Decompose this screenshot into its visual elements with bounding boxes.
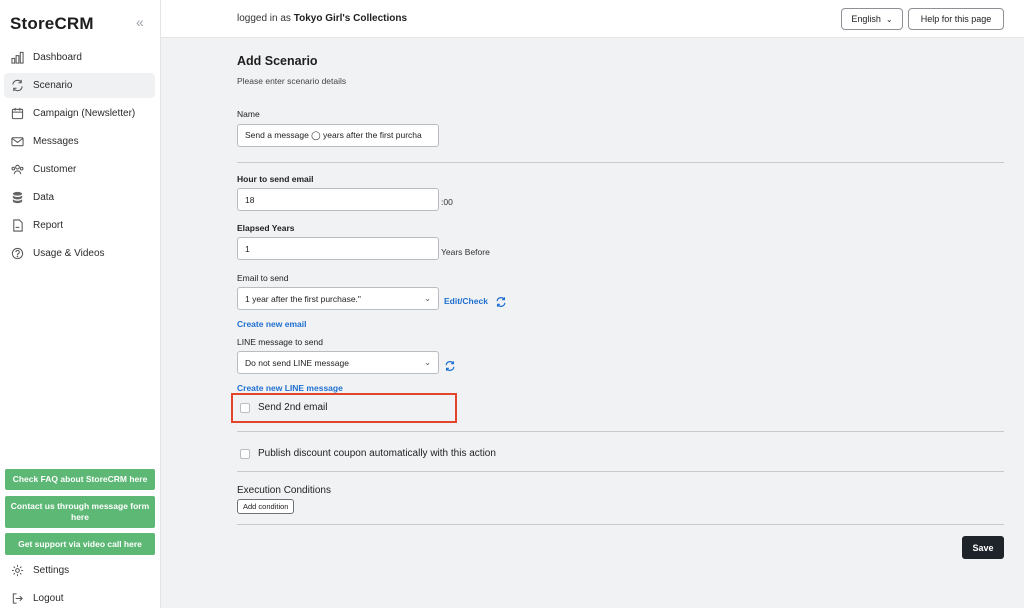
divider — [237, 524, 1004, 525]
sidebar-item-scenario[interactable]: Scenario — [4, 73, 155, 98]
sidebar-item-campaign[interactable]: Campaign (Newsletter) — [4, 101, 155, 126]
collapse-sidebar-icon[interactable]: « — [136, 14, 144, 30]
hour-suffix: :00 — [441, 197, 453, 207]
logged-in-status: logged in as Tokyo Girl's Collections — [237, 13, 407, 24]
sidebar-item-label: Usage & Videos — [33, 248, 105, 259]
settings-link[interactable]: Settings — [10, 563, 69, 577]
name-label: Name — [237, 109, 260, 119]
sidebar-item-usage-videos[interactable]: Usage & Videos — [4, 241, 155, 266]
coupon-checkbox[interactable] — [240, 448, 250, 459]
page-title: Add Scenario — [237, 54, 318, 68]
add-condition-button[interactable]: Add condition — [237, 499, 295, 514]
email-select[interactable]: 1 year after the first purchase." ⌄ — [237, 287, 439, 310]
database-icon — [10, 191, 24, 205]
faq-button[interactable]: Check FAQ about StoreCRM here — [5, 469, 155, 490]
sync-icon — [10, 79, 24, 93]
logged-in-prefix: logged in as — [237, 13, 291, 24]
settings-label: Settings — [33, 564, 70, 576]
question-circle-icon — [10, 247, 24, 261]
language-label: English — [851, 14, 881, 24]
send-2nd-email-checkbox[interactable] — [240, 402, 250, 413]
sidebar-item-label: Dashboard — [33, 52, 82, 63]
chevron-down-icon: ⌄ — [885, 14, 893, 24]
page-subtitle: Please enter scenario details — [237, 76, 347, 86]
elapsed-years-label: Elapsed Years — [237, 223, 295, 233]
account-name: Tokyo Girl's Collections — [293, 13, 408, 24]
sidebar-item-label: Customer — [33, 164, 77, 175]
video-call-button[interactable]: Get support via video call here — [5, 533, 155, 555]
chevron-down-icon: ⌄ — [424, 294, 431, 303]
hour-input[interactable]: 18 — [237, 188, 439, 211]
envelope-icon — [10, 135, 24, 149]
line-select-value: Do not send LINE message — [245, 357, 349, 368]
refresh-icon[interactable] — [444, 359, 456, 371]
elapsed-years-input[interactable]: 1 — [237, 237, 439, 260]
logout-link[interactable]: Logout — [10, 591, 64, 605]
send-2nd-email-label: Send 2nd email — [258, 402, 328, 413]
help-button[interactable]: Help for this page — [908, 8, 1004, 30]
sidebar-item-dashboard[interactable]: Dashboard — [4, 45, 155, 70]
email-select-value: 1 year after the first purchase." — [245, 293, 361, 304]
divider — [237, 431, 1004, 432]
sidebar-item-customer[interactable]: Customer — [4, 157, 155, 182]
brand-logo[interactable]: StoreCRM — [10, 14, 94, 34]
line-message-select[interactable]: Do not send LINE message ⌄ — [237, 351, 439, 374]
sidebar-item-label: Campaign (Newsletter) — [33, 108, 136, 119]
sidebar-item-label: Data — [33, 192, 55, 203]
sidebar-nav: Dashboard Scenario Campaign (Newsletter)… — [4, 45, 155, 269]
sidebar-item-messages[interactable]: Messages — [4, 129, 155, 154]
chart-bar-icon — [10, 51, 24, 65]
coupon-row[interactable]: Publish discount coupon automatically wi… — [237, 448, 496, 459]
create-new-line-message-link[interactable]: Create new LINE message — [237, 383, 343, 393]
create-new-email-link[interactable]: Create new email — [237, 319, 306, 329]
logout-label: Logout — [33, 592, 64, 604]
refresh-icon[interactable] — [495, 295, 507, 307]
sidebar-item-label: Report — [33, 220, 64, 231]
language-select[interactable]: English ⌄ — [841, 8, 903, 30]
sidebar: StoreCRM « Dashboard Scenario Campaign (… — [0, 0, 161, 608]
sidebar-item-report[interactable]: Report — [4, 213, 155, 238]
users-icon — [10, 163, 24, 177]
email-to-send-label: Email to send — [237, 273, 289, 283]
document-icon — [10, 219, 24, 233]
gear-icon — [10, 563, 24, 577]
save-button[interactable]: Save — [962, 536, 1004, 559]
divider — [237, 471, 1004, 472]
chevron-down-icon: ⌄ — [424, 358, 431, 367]
name-input[interactable]: Send a message ◯ years after the first p… — [237, 124, 439, 147]
contact-form-button[interactable]: Contact us through message form here — [5, 496, 155, 528]
line-message-label: LINE message to send — [237, 337, 323, 347]
edit-check-link[interactable]: Edit/Check — [444, 296, 488, 306]
divider — [237, 162, 1004, 163]
send-2nd-email-row[interactable]: Send 2nd email — [237, 402, 328, 413]
sidebar-item-label: Messages — [33, 136, 79, 147]
calendar-icon — [10, 107, 24, 121]
years-suffix: Years Before — [441, 247, 490, 257]
hour-label: Hour to send email — [237, 174, 314, 184]
top-bar: logged in as Tokyo Girl's Collections En… — [161, 0, 1024, 38]
sidebar-item-label: Scenario — [33, 80, 73, 91]
logout-icon — [10, 591, 24, 605]
execution-conditions-title: Execution Conditions — [237, 485, 331, 496]
coupon-label: Publish discount coupon automatically wi… — [258, 448, 496, 459]
sidebar-item-data[interactable]: Data — [4, 185, 155, 210]
